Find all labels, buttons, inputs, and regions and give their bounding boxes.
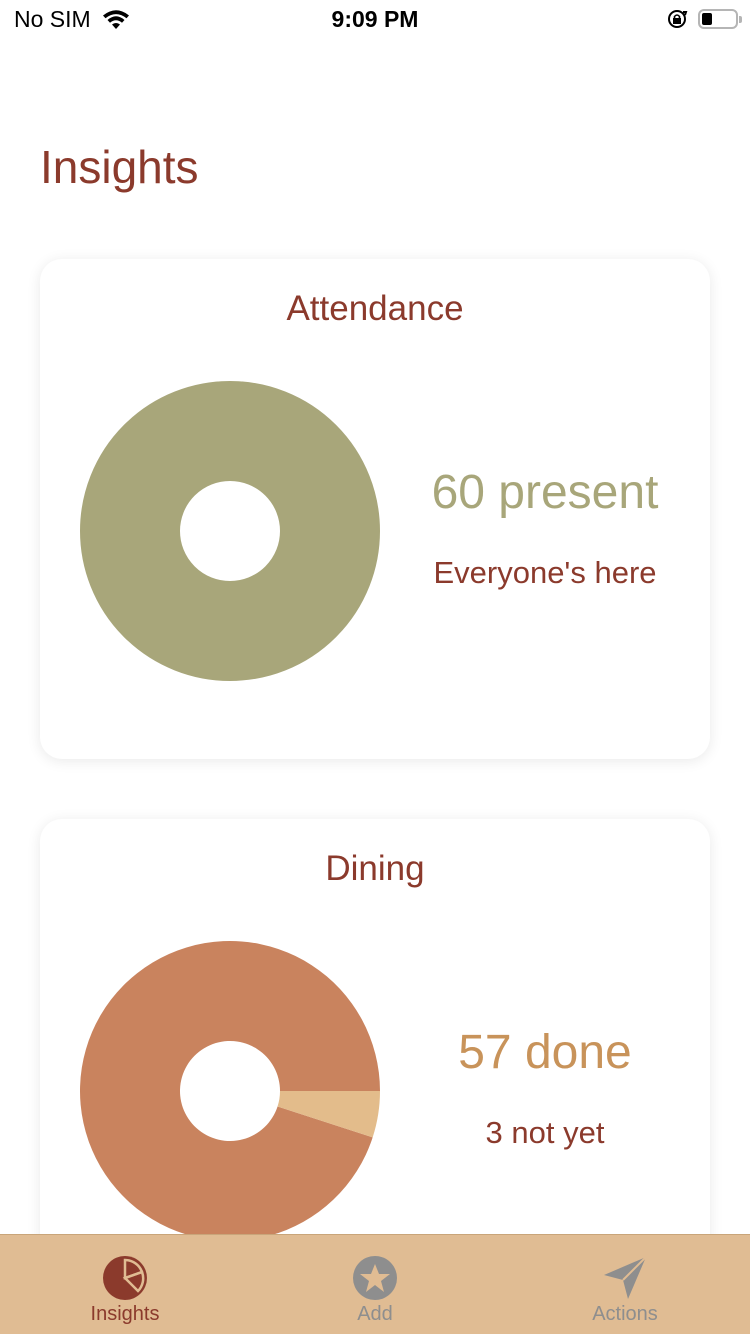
attendance-card[interactable]: Attendance 60 present Everyone's here <box>40 259 710 759</box>
dining-donut-chart <box>80 941 380 1241</box>
tab-add-label: Add <box>357 1303 393 1325</box>
dining-card-title: Dining <box>325 849 425 888</box>
orientation-lock-icon <box>668 10 688 28</box>
insights-screen: No SIM 9:09 PM Insights Attendance 60 pr… <box>0 0 750 1334</box>
attendance-status-text: Everyone's here <box>433 555 657 590</box>
clock: 9:09 PM <box>331 6 419 32</box>
attendance-card-title: Attendance <box>286 289 464 328</box>
tab-insights[interactable]: Insights <box>0 1235 250 1334</box>
star-icon <box>353 1256 397 1300</box>
battery-level-fill <box>702 13 712 25</box>
battery-icon <box>698 9 742 29</box>
dining-done-count: 57 done <box>458 1026 632 1079</box>
dining-remaining-text: 3 not yet <box>485 1115 605 1150</box>
status-right <box>666 8 742 30</box>
status-bar: No SIM 9:09 PM <box>0 0 750 40</box>
tab-actions-label: Actions <box>592 1303 658 1325</box>
page-title: Insights <box>40 141 199 193</box>
tab-actions[interactable]: Actions <box>500 1235 750 1334</box>
attendance-slice-present <box>80 381 380 681</box>
tab-bar: Insights Add Actions <box>0 1234 750 1334</box>
dining-card[interactable]: Dining 57 done 3 not yet <box>40 819 710 1279</box>
attendance-present-count: 60 present <box>431 466 659 519</box>
paper-plane-icon <box>604 1256 647 1299</box>
attendance-donut-chart <box>80 381 380 681</box>
tab-add[interactable]: Add <box>250 1235 500 1334</box>
tab-insights-label: Insights <box>90 1303 160 1325</box>
pie-chart-icon <box>103 1256 147 1300</box>
